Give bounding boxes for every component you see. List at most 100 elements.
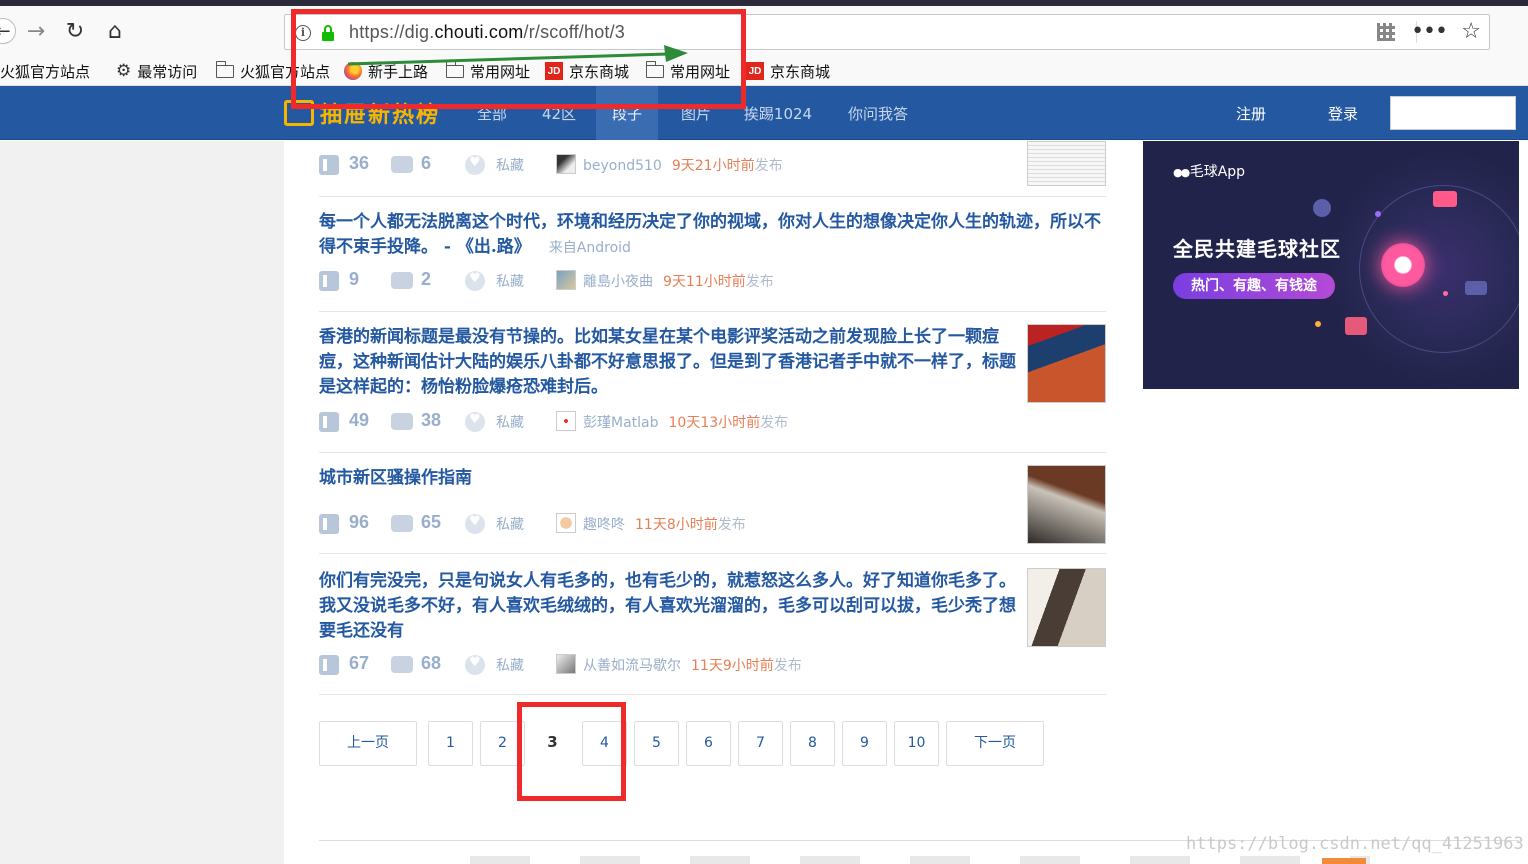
- footer-links: [470, 856, 1370, 864]
- item-divider: [319, 553, 1106, 554]
- item-thumbnail[interactable]: [1027, 568, 1106, 647]
- heart-icon[interactable]: [465, 271, 485, 291]
- item-thumbnail[interactable]: [1027, 141, 1106, 186]
- like-icon[interactable]: [319, 655, 339, 675]
- page-5-button[interactable]: 5: [634, 721, 679, 766]
- avatar[interactable]: [556, 654, 576, 674]
- avatar[interactable]: [556, 270, 576, 290]
- next-page-button[interactable]: 下一页: [946, 721, 1044, 766]
- item-meta: 96 65 私藏 趣咚咚11天8小时前发布: [319, 512, 1019, 536]
- like-icon[interactable]: [319, 155, 339, 175]
- like-count: 96: [349, 512, 370, 532]
- item-title[interactable]: 你们有完没完，只是句说女人有毛多的，也有毛少的，就惹怒这么多人。好了知道你毛多了…: [319, 569, 1019, 644]
- annotation-arrow: [348, 45, 688, 66]
- item-divider: [319, 694, 1106, 695]
- avatar[interactable]: [556, 513, 576, 533]
- ad-chat-icon: [1465, 281, 1487, 295]
- search-input[interactable]: [1390, 96, 1516, 130]
- author-line: 離島小夜曲 9天11小时前发布: [583, 274, 774, 290]
- comment-icon[interactable]: [391, 413, 413, 430]
- browser-toolbar: ← → ↻ ⌂ i https://dig.chouti.com/r/scoff…: [0, 6, 1528, 56]
- gear-icon: ⚙: [116, 61, 132, 81]
- item-divider: [319, 452, 1106, 453]
- item-title[interactable]: 香港的新闻标题是最没有节操的。比如某女星在某个电影评奖活动之前发现脸上长了一颗痘…: [319, 325, 1019, 400]
- page-10-button[interactable]: 10: [894, 721, 939, 766]
- item-thumbnail[interactable]: [1027, 324, 1106, 403]
- item-title[interactable]: 城市新区骚操作指南: [319, 466, 1019, 491]
- ad-tagline: 热门、有趣、有钱途: [1173, 273, 1335, 299]
- comment-icon[interactable]: [391, 156, 413, 173]
- item-thumbnail[interactable]: [1027, 465, 1106, 544]
- comment-icon[interactable]: [391, 656, 413, 673]
- favorite-label[interactable]: 私藏: [496, 412, 524, 432]
- ad-planet-icon: [1381, 243, 1425, 287]
- page-8-button[interactable]: 8: [790, 721, 835, 766]
- comment-count: 68: [421, 653, 442, 673]
- ad-dot: [1375, 211, 1381, 217]
- reload-icon[interactable]: ↻: [62, 18, 88, 44]
- ad-title: 全民共建毛球社区: [1173, 237, 1341, 261]
- author-line: beyond510 9天21小时前发布: [583, 158, 783, 174]
- author-line: 从善如流马歇尔 11天9小时前发布: [583, 658, 802, 674]
- heart-icon[interactable]: [465, 155, 485, 175]
- item-meta: 9 2 私藏 離島小夜曲9天11小时前发布: [319, 269, 1019, 293]
- author-line: 彭瑾Matlab 10天13小时前发布: [583, 415, 789, 431]
- favorite-label[interactable]: 私藏: [496, 514, 524, 534]
- ad-banner[interactable]: 毛球App 全民共建毛球社区 热门、有趣、有钱途: [1143, 141, 1519, 389]
- avatar[interactable]: [556, 411, 576, 431]
- comment-icon[interactable]: [391, 515, 413, 532]
- nav-it1024[interactable]: 挨踢1024: [740, 86, 816, 140]
- comment-count: 6: [421, 153, 432, 173]
- like-count: 67: [349, 653, 370, 673]
- favorite-label[interactable]: 私藏: [496, 655, 524, 675]
- favorite-label[interactable]: 私藏: [496, 155, 524, 175]
- favorite-label[interactable]: 私藏: [496, 271, 524, 291]
- ad-dot: [1315, 321, 1321, 327]
- left-gutter: [0, 141, 284, 864]
- page-1-button[interactable]: 1: [428, 721, 473, 766]
- like-icon[interactable]: [319, 514, 339, 534]
- item-meta: 49 38 私藏 彭瑾Matlab10天13小时前发布: [319, 410, 1019, 434]
- heart-icon[interactable]: [465, 514, 485, 534]
- bookmark-jd-2[interactable]: JD 京东商城: [746, 61, 830, 81]
- page-9-button[interactable]: 9: [842, 721, 887, 766]
- like-icon[interactable]: [319, 412, 339, 432]
- ad-dot: [1443, 291, 1448, 296]
- nav-qa[interactable]: 你问我答: [840, 86, 916, 140]
- heart-icon[interactable]: [465, 412, 485, 432]
- qr-code-icon[interactable]: [1377, 23, 1395, 41]
- like-icon[interactable]: [319, 271, 339, 291]
- item-meta: 36 6 私藏 beyond5109天21小时前发布: [319, 153, 1019, 177]
- register-link[interactable]: 注册: [1236, 86, 1266, 140]
- more-actions-icon[interactable]: •••: [1411, 19, 1448, 44]
- folder-icon: [215, 60, 234, 78]
- item-divider: [319, 311, 1106, 312]
- like-count: 36: [349, 153, 370, 173]
- comment-count: 65: [421, 512, 442, 532]
- page-6-button[interactable]: 6: [686, 721, 731, 766]
- home-icon[interactable]: ⌂: [102, 18, 128, 44]
- watermark: https://blog.csdn.net/qq_41251963: [1186, 834, 1524, 854]
- prev-page-button[interactable]: 上一页: [319, 721, 417, 766]
- comment-icon[interactable]: [391, 272, 413, 289]
- back-icon[interactable]: ←: [0, 18, 16, 44]
- ad-brand: 毛球App: [1173, 161, 1245, 181]
- ad-heart-icon: [1433, 191, 1457, 207]
- page-7-button[interactable]: 7: [738, 721, 783, 766]
- author-line: 趣咚咚 11天8小时前发布: [583, 517, 746, 533]
- forward-icon[interactable]: →: [23, 18, 49, 44]
- item-title[interactable]: 每一个人都无法脱离这个时代，环境和经历决定了你的视域，你对人生的想像决定你人生的…: [319, 210, 1109, 261]
- like-count: 49: [349, 410, 370, 430]
- avatar[interactable]: [556, 154, 576, 174]
- annotation-page-highlight: [517, 702, 626, 801]
- item-divider: [319, 196, 1106, 197]
- item-meta: 67 68 私藏 从善如流马歇尔11天9小时前发布: [319, 653, 1019, 677]
- bookmark-firefox-official-1[interactable]: 火狐官方站点: [0, 61, 90, 81]
- comment-count: 38: [421, 410, 442, 430]
- bookmark-most-visited[interactable]: ⚙ 最常访问: [116, 61, 197, 81]
- footer-badge: [1322, 858, 1366, 864]
- bookmark-star-icon[interactable]: ☆: [1461, 19, 1481, 44]
- login-link[interactable]: 登录: [1328, 86, 1358, 140]
- ad-badge-icon: [1345, 317, 1367, 335]
- heart-icon[interactable]: [465, 655, 485, 675]
